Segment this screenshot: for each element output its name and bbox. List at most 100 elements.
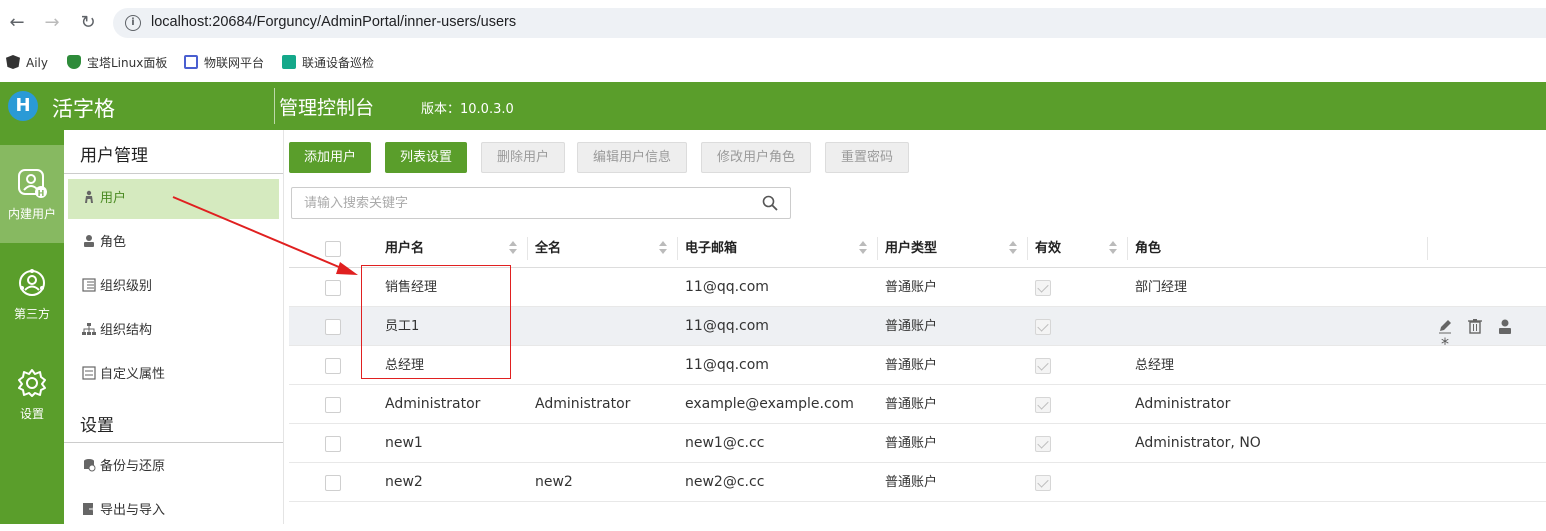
cell-email: 11@qq.com [685, 318, 769, 334]
search-input[interactable] [292, 188, 752, 218]
nav-item-org-structure[interactable]: 组织结构 [68, 311, 279, 351]
forward-icon[interactable]: → [41, 12, 63, 34]
bookmark-aily[interactable]: Aily [6, 54, 48, 72]
nav-item-export-import[interactable]: 导出与导入 [68, 491, 279, 531]
rail-item-third-party[interactable]: 第三方 [0, 245, 64, 343]
cell-role: 部门经理 [1135, 280, 1188, 295]
export-import-icon [83, 503, 96, 515]
nav-item-users[interactable]: 用户 [68, 179, 279, 219]
sort-icon[interactable] [859, 241, 867, 255]
header-divider [274, 88, 275, 124]
cell-username: Administrator [385, 396, 481, 412]
nav-item-org-levels[interactable]: 组织级别 [68, 267, 279, 307]
cube-icon [184, 55, 198, 69]
search-icon[interactable] [762, 195, 778, 211]
column-header-role[interactable]: 角色 [1135, 229, 1161, 268]
cell-role: Administrator, NO [1135, 435, 1261, 451]
column-divider [1427, 237, 1428, 260]
reset-password-button[interactable]: 重置密码 [825, 142, 910, 173]
bookmark-baota[interactable]: 宝塔Linux面板 [67, 54, 167, 72]
row-checkbox[interactable] [325, 436, 341, 452]
rail-label: 内建用户 [7, 207, 56, 221]
org-level-icon [82, 278, 96, 292]
row-checkbox[interactable] [325, 358, 341, 374]
row-checkbox[interactable] [325, 319, 341, 335]
column-header-valid[interactable]: 有效 [1035, 229, 1061, 268]
cell-email: example@example.com [685, 396, 854, 412]
group-title-settings: 设置 [80, 416, 114, 436]
add-user-button[interactable]: 添加用户 [289, 142, 372, 173]
bookmark-label: 物联网平台 [204, 56, 265, 70]
sort-icon[interactable] [509, 241, 517, 255]
modify-user-roles-button[interactable]: 修改用户角色 [701, 142, 812, 173]
valid-checkbox [1035, 436, 1051, 452]
delete-user-button[interactable]: 删除用户 [481, 142, 566, 173]
svg-text:H: H [38, 189, 45, 198]
column-header-username[interactable]: 用户名 [385, 229, 424, 268]
gear-icon [18, 369, 46, 397]
row-checkbox[interactable] [325, 280, 341, 296]
bookmark-iot[interactable]: 物联网平台 [184, 54, 264, 72]
bookmark-unicom[interactable]: 联通设备巡检 [282, 54, 374, 72]
bookmark-label: 联通设备巡检 [302, 56, 375, 70]
rail-label: 设置 [19, 407, 44, 421]
select-all-checkbox[interactable] [325, 241, 341, 257]
sort-icon[interactable] [1109, 241, 1117, 255]
cell-role: Administrator [1135, 396, 1231, 412]
table-row[interactable]: Administrator Administrator example@exam… [289, 385, 1546, 424]
nav-item-backup-restore[interactable]: 备份与还原 [68, 447, 279, 487]
rail-item-settings[interactable]: 设置 [0, 345, 64, 443]
rail-item-inner-users[interactable]: H 内建用户 [0, 145, 64, 243]
cell-email: 11@qq.com [685, 357, 769, 373]
sort-icon[interactable] [1009, 241, 1017, 255]
inner-user-icon: H [18, 169, 47, 198]
cell-email: new1@c.cc [685, 435, 765, 451]
custom-attribute-icon [82, 366, 96, 380]
page-title: 管理控制台 [279, 97, 375, 119]
shield-icon [67, 55, 81, 69]
table-row[interactable]: new1 new1@c.cc 普通账户 Administrator, NO [289, 424, 1546, 463]
address-bar[interactable]: i localhost:20684/Forguncy/AdminPortal/i… [113, 8, 1546, 38]
row-checkbox[interactable] [325, 475, 341, 491]
app-header: H 活字格 管理控制台 版本：10.0.3.0 [0, 82, 1546, 130]
site-info-icon[interactable]: i [125, 15, 141, 31]
url-text: localhost:20684/Forguncy/AdminPortal/inn… [151, 14, 517, 30]
column-header-email[interactable]: 电子邮箱 [685, 229, 737, 268]
column-divider [677, 237, 678, 260]
trash-icon[interactable] [1467, 318, 1483, 334]
backup-icon [84, 459, 96, 472]
edit-user-info-button[interactable]: 编辑用户信息 [577, 142, 688, 173]
list-settings-button[interactable]: 列表设置 [385, 142, 468, 173]
reload-icon[interactable]: ↻ [77, 12, 99, 34]
valid-checkbox [1035, 358, 1051, 374]
search-box [291, 187, 791, 219]
valid-checkbox [1035, 319, 1051, 335]
column-divider [527, 237, 528, 260]
sub-navigation: 用户管理 用户 角色 组织级别 组织结构 自定义属性 设置 备份与还原 导出与导… [64, 130, 284, 524]
angular-icon [6, 55, 20, 69]
brand-name: 活字格 [52, 97, 115, 121]
nav-item-roles[interactable]: 角色 [68, 223, 279, 263]
bookmark-label: Aily [26, 56, 48, 70]
nav-label: 组织级别 [100, 279, 153, 294]
table-header: 用户名 全名 电子邮箱 用户类型 有效 角色 [289, 229, 1546, 268]
column-divider [877, 237, 878, 260]
nav-item-custom-attributes[interactable]: 自定义属性 [68, 355, 279, 395]
cell-user-type: 普通账户 [885, 319, 938, 334]
edit-icon[interactable] [1437, 318, 1453, 334]
valid-checkbox [1035, 475, 1051, 491]
column-header-user-type[interactable]: 用户类型 [885, 229, 937, 268]
valid-checkbox [1035, 397, 1051, 413]
back-icon[interactable]: ← [6, 12, 28, 34]
table-row[interactable]: new2 new2 new2@c.cc 普通账户 [289, 463, 1546, 502]
app-logo-icon: H [8, 91, 38, 121]
user-role-icon[interactable] [1497, 318, 1513, 334]
sort-icon[interactable] [659, 241, 667, 255]
group-divider [64, 442, 283, 443]
column-header-fullname[interactable]: 全名 [535, 229, 561, 268]
bookmark-label: 宝塔Linux面板 [87, 56, 168, 70]
row-checkbox[interactable] [325, 397, 341, 413]
left-rail: H 内建用户 第三方 设置 [0, 130, 64, 524]
bookmarks-bar: Aily 宝塔Linux面板 物联网平台 联通设备巡检 [0, 46, 1546, 80]
group-divider [64, 173, 283, 174]
